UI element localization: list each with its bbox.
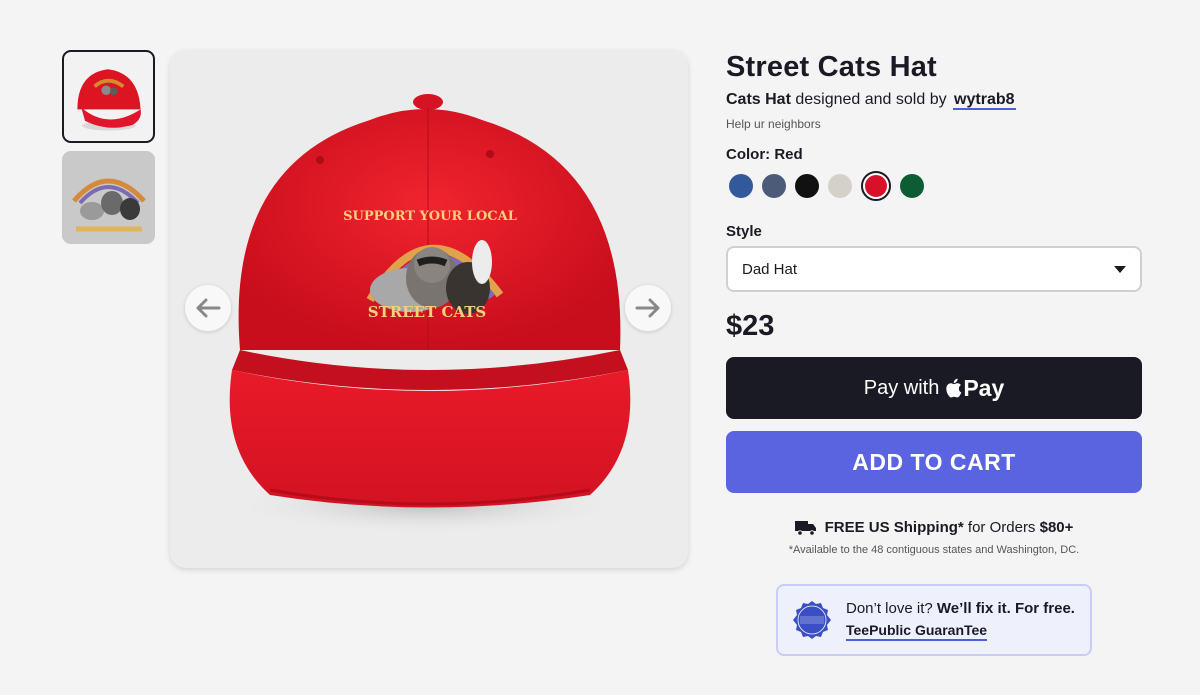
shipping-note: *Available to the 48 contiguous states a… bbox=[788, 544, 1080, 556]
next-image-button[interactable] bbox=[625, 285, 671, 331]
artwork-top-text: SUPPORT YOUR LOCAL bbox=[343, 209, 517, 224]
swatch-red-selected[interactable] bbox=[861, 171, 891, 201]
guarantee-promise: We’ll fix it. For free. bbox=[936, 599, 1075, 617]
artist-link[interactable]: wytrab8 bbox=[953, 91, 1016, 110]
shipping-threshold: $80+ bbox=[1039, 519, 1074, 536]
apple-logo-icon bbox=[946, 378, 962, 398]
thumbnail-design[interactable] bbox=[62, 151, 155, 244]
arrow-left-icon bbox=[196, 298, 221, 318]
style-dropdown[interactable]: Dad Hat bbox=[726, 246, 1142, 292]
design-tagline: Help ur neighbors bbox=[726, 117, 821, 131]
apple-pay-button[interactable]: Pay with Pay bbox=[726, 357, 1142, 419]
shipping-text: for Orders bbox=[967, 519, 1036, 536]
style-value: Dad Hat bbox=[742, 260, 798, 278]
previous-image-button[interactable] bbox=[185, 285, 231, 331]
shipping-bold: FREE US Shipping* bbox=[824, 519, 964, 536]
byline-text: designed and sold by bbox=[795, 91, 947, 108]
color-swatches bbox=[726, 171, 1142, 201]
product-price: $23 bbox=[726, 310, 775, 342]
product-byline: Cats Hat designed and sold by wytrab8 bbox=[726, 89, 1142, 111]
apple-pay-word: Pay bbox=[963, 374, 1005, 401]
swatch-royal-blue[interactable] bbox=[729, 174, 753, 198]
apple-pay-label: Pay with bbox=[863, 376, 940, 399]
swatch-black[interactable] bbox=[795, 174, 819, 198]
design-name: Cats Hat bbox=[726, 91, 791, 108]
shipping-info: FREE US Shipping* for Orders $80+ bbox=[726, 519, 1142, 536]
style-label: Style bbox=[726, 223, 762, 240]
guarantee-text: Don’t love it? We’ll fix it. For free. bbox=[846, 600, 1075, 617]
thumbnail-hat-red[interactable] bbox=[62, 50, 155, 143]
guarantee-question: Don’t love it? bbox=[846, 599, 933, 617]
guarantee-link[interactable]: TeePublic GuaranTee bbox=[846, 622, 988, 641]
swatch-stone[interactable] bbox=[828, 174, 852, 198]
guarantee-badge-icon bbox=[793, 601, 831, 639]
main-product-image: SUPPORT YOUR LOCAL STREET CATS bbox=[170, 50, 688, 568]
red-hat-image: SUPPORT YOUR LOCAL STREET CATS bbox=[226, 94, 631, 535]
product-title: Street Cats Hat bbox=[726, 51, 937, 83]
swatch-forest-green[interactable] bbox=[900, 174, 924, 198]
color-label: Color: Red bbox=[726, 146, 803, 163]
truck-icon bbox=[794, 520, 816, 536]
caret-down-icon bbox=[1114, 265, 1126, 273]
guarantee-box: Don’t love it? We’ll fix it. For free. T… bbox=[776, 584, 1092, 656]
artwork-bottom-text: STREET CATS bbox=[368, 303, 486, 321]
product-details: Street Cats Hat Cats Hat designed and so… bbox=[726, 50, 1142, 556]
swatch-slate[interactable] bbox=[762, 174, 786, 198]
thumbnail-design-image bbox=[62, 151, 155, 244]
arrow-right-icon bbox=[635, 298, 660, 318]
thumbnail-hat-image bbox=[77, 69, 141, 131]
add-to-cart-button[interactable]: ADD TO CART bbox=[726, 431, 1142, 493]
